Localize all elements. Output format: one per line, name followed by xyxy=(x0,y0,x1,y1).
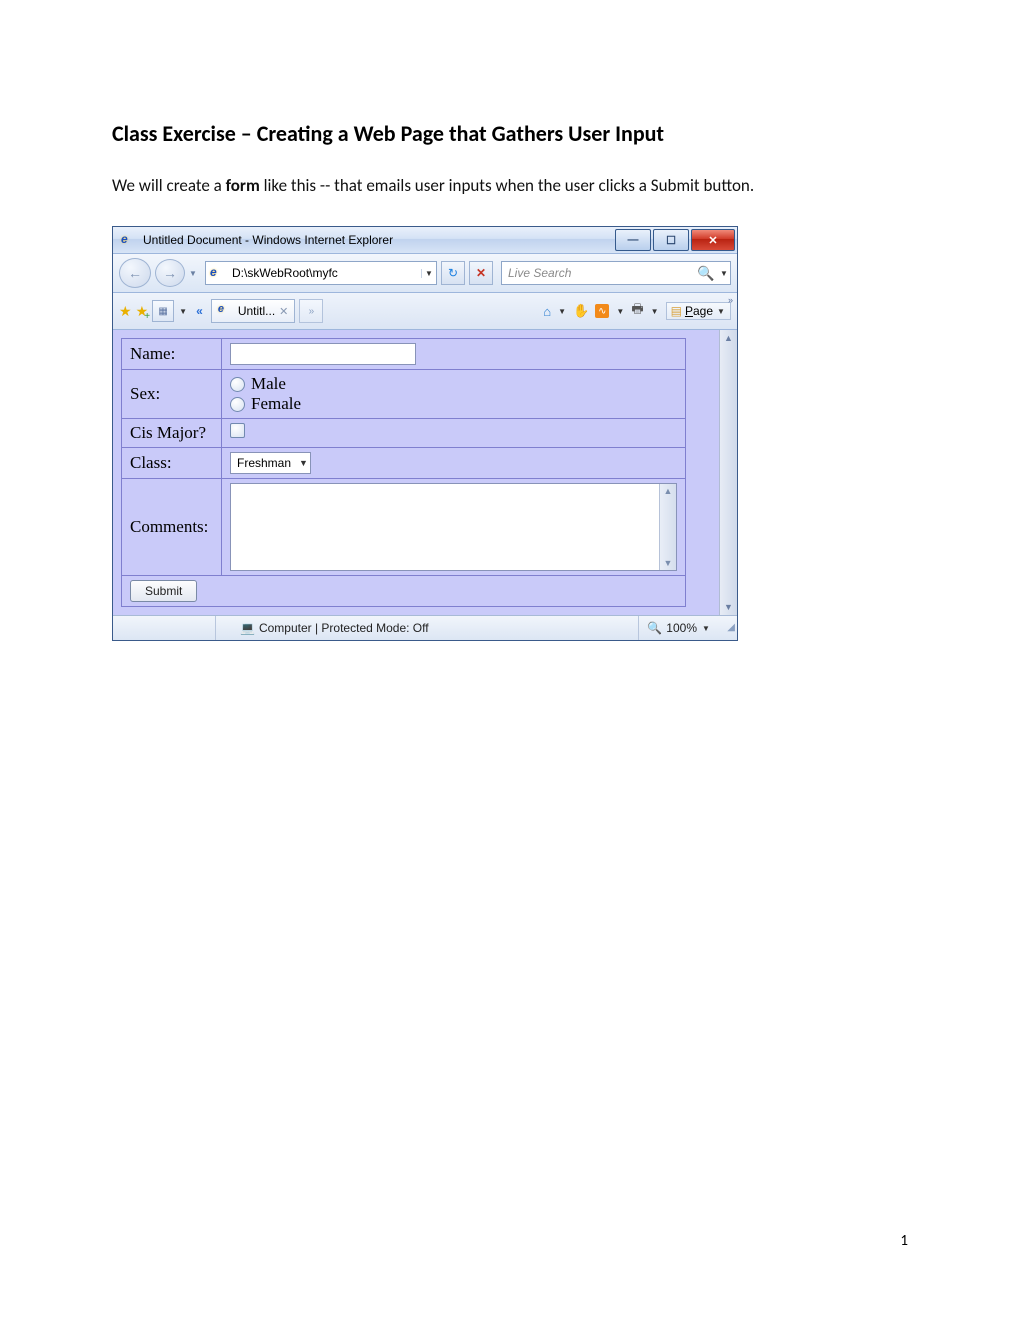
zoom-dropdown[interactable]: ▼ xyxy=(701,624,711,633)
scroll-down-icon[interactable]: ▼ xyxy=(664,558,673,568)
page-menu-label: Page xyxy=(685,304,713,318)
submit-button[interactable]: Submit xyxy=(130,580,197,602)
browser-window: e Untitled Document - Windows Internet E… xyxy=(112,226,738,641)
intro-text-after: like this -- that emails user inputs whe… xyxy=(260,175,754,196)
label-sex: Sex: xyxy=(122,370,222,419)
radio-female[interactable] xyxy=(230,397,245,412)
home-dropdown[interactable]: ▼ xyxy=(557,307,567,316)
window-title: Untitled Document - Windows Internet Exp… xyxy=(143,233,393,247)
history-dropdown[interactable]: ▼ xyxy=(189,269,201,278)
search-box[interactable]: Live Search 🔍 ▼ xyxy=(501,261,731,285)
title-bar: e Untitled Document - Windows Internet E… xyxy=(113,227,737,253)
tab-active[interactable]: e Untitl... ✕ xyxy=(211,299,296,323)
refresh-button[interactable]: ↻ xyxy=(441,261,465,285)
scroll-down-icon[interactable]: ▼ xyxy=(724,602,733,612)
page-menu-dropdown[interactable]: ▼ xyxy=(716,307,726,316)
quick-tabs-button[interactable]: ▦ xyxy=(152,300,174,322)
textarea-comments[interactable]: ▲ ▼ xyxy=(230,483,677,571)
nav-bar: ← → ▼ e D:\skWebRoot\myfc ▼ ↻ ✕ Live Sea… xyxy=(113,253,737,293)
intro-bold: form xyxy=(226,175,260,196)
input-name[interactable] xyxy=(230,343,416,365)
favorites-icon[interactable]: ★ xyxy=(119,303,132,320)
print-dropdown[interactable]: ▼ xyxy=(650,307,660,316)
row-name: Name: xyxy=(122,339,686,370)
intro-text-before: We will create a xyxy=(112,175,226,196)
tabs-scroll-left[interactable]: « xyxy=(192,304,207,318)
quick-tabs-dropdown[interactable]: ▼ xyxy=(178,307,188,316)
ie-logo-icon: e xyxy=(121,232,137,248)
page-scrollbar[interactable]: ▲ ▼ xyxy=(719,330,737,615)
radio-male[interactable] xyxy=(230,377,245,392)
label-class: Class: xyxy=(122,448,222,479)
address-dropdown[interactable]: ▼ xyxy=(421,269,436,278)
row-sex: Sex: Male Female xyxy=(122,370,686,419)
select-class[interactable]: Freshman ▼ xyxy=(230,452,311,474)
rss-dropdown[interactable]: ▼ xyxy=(615,307,625,316)
page-menu-icon: ▤ xyxy=(671,304,682,318)
new-tab-button[interactable]: » xyxy=(299,299,323,323)
label-comments: Comments: xyxy=(122,479,222,576)
computer-icon: 💻 xyxy=(240,621,255,635)
toolbar-overflow[interactable]: » xyxy=(728,295,733,305)
tab-label: Untitl... xyxy=(238,304,275,318)
textarea-scrollbar[interactable]: ▲ ▼ xyxy=(659,484,676,570)
form-table: Name: Sex: Male Female xyxy=(121,338,686,607)
status-bar: 💻 Computer | Protected Mode: Off 🔍 100% … xyxy=(113,615,737,640)
zoom-icon: 🔍 xyxy=(647,621,662,635)
resize-grip-icon[interactable]: ◢ xyxy=(719,622,737,635)
scroll-up-icon[interactable]: ▲ xyxy=(724,333,733,343)
close-button[interactable]: ✕ xyxy=(691,229,735,251)
back-button[interactable]: ← xyxy=(119,258,151,288)
address-bar[interactable]: e D:\skWebRoot\myfc ▼ xyxy=(205,261,437,285)
doc-heading: Class Exercise – Creating a Web Page tha… xyxy=(112,120,908,147)
row-comments: Comments: ▲ ▼ xyxy=(122,479,686,576)
zoom-control[interactable]: 🔍 100% ▼ xyxy=(639,621,719,635)
row-submit: Submit xyxy=(122,576,686,607)
forward-button[interactable]: → xyxy=(155,259,185,287)
label-name: Name: xyxy=(122,339,222,370)
radio-female-label: Female xyxy=(251,394,301,414)
page-number: 1 xyxy=(900,1232,908,1250)
home-icon[interactable]: ⌂ xyxy=(543,304,551,319)
tab-page-icon: e xyxy=(218,303,234,319)
checkbox-cis-major[interactable] xyxy=(230,423,245,438)
hand-icon[interactable]: ✋ xyxy=(573,303,589,319)
search-placeholder: Live Search xyxy=(502,266,694,280)
status-zone-text: Computer | Protected Mode: Off xyxy=(259,621,429,635)
row-class: Class: Freshman ▼ xyxy=(122,448,686,479)
zoom-value: 100% xyxy=(666,621,697,635)
tab-close-icon[interactable]: ✕ xyxy=(279,305,288,318)
address-page-icon: e xyxy=(206,265,230,281)
rss-icon[interactable]: ∿ xyxy=(595,304,609,318)
chevron-down-icon: ▼ xyxy=(299,458,308,468)
status-zone: 💻 Computer | Protected Mode: Off xyxy=(216,616,639,640)
radio-male-label: Male xyxy=(251,374,286,394)
doc-intro: We will create a form like this -- that … xyxy=(112,175,908,196)
select-class-value: Freshman xyxy=(237,456,291,470)
maximize-button[interactable]: ☐ xyxy=(653,229,689,251)
label-cis: Cis Major? xyxy=(122,419,222,448)
page-menu[interactable]: ▤ Page ▼ xyxy=(666,302,731,320)
search-dropdown[interactable]: ▼ xyxy=(718,269,730,278)
viewport: Name: Sex: Male Female xyxy=(113,330,737,615)
minimize-button[interactable]: — xyxy=(615,229,651,251)
status-seg-left xyxy=(113,616,216,640)
row-cis: Cis Major? xyxy=(122,419,686,448)
print-icon[interactable]: 🖶 xyxy=(631,300,643,322)
scroll-up-icon[interactable]: ▲ xyxy=(664,486,673,496)
search-icon[interactable]: 🔍 xyxy=(694,265,718,282)
add-favorite-icon[interactable]: ★ xyxy=(136,303,149,320)
address-text: D:\skWebRoot\myfc xyxy=(230,266,421,280)
tabs-toolbar: ★ ★ ▦ ▼ « e Untitl... ✕ » ⌂ ▼ ✋ ∿ ▼ 🖶 ▼ … xyxy=(113,293,737,330)
stop-button[interactable]: ✕ xyxy=(469,261,493,285)
